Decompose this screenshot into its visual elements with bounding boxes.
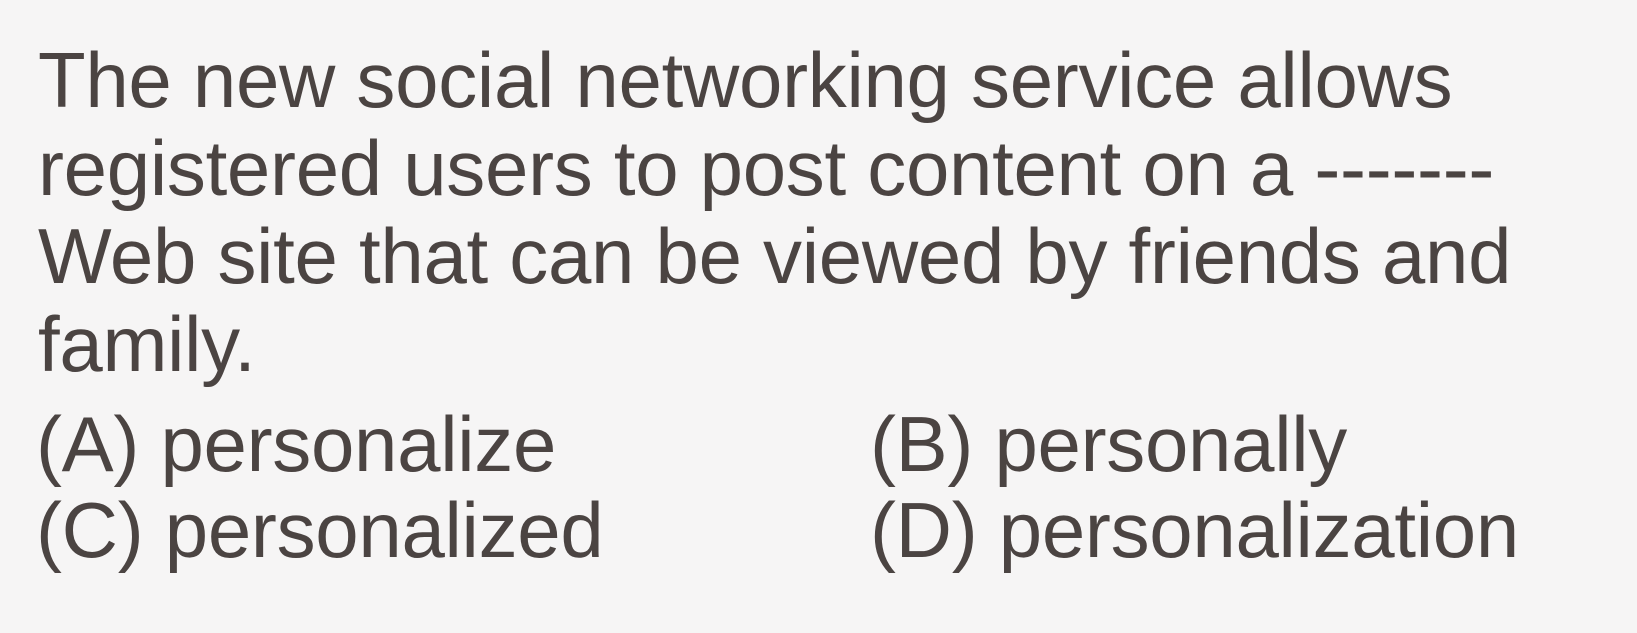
option-a: (A) personalize [36,400,557,488]
question-line-2: registered users to post content on a --… [38,124,1495,212]
option-b: (B) personally [870,400,1347,488]
option-d: (D) personalization [870,486,1519,574]
question-page: The new social networking service allows… [0,0,1637,633]
question-line-1: The new social networking service allows [38,36,1453,124]
question-line-3: Web site that can be viewed by friends a… [38,212,1512,300]
question-text: The new social networking service allows… [38,36,1618,388]
option-c: (C) personalized [36,486,604,574]
question-line-4: family. [38,300,256,388]
